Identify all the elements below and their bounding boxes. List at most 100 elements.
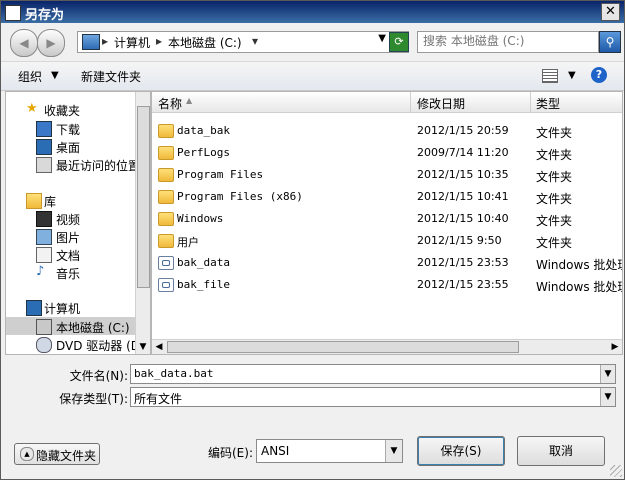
nav-favorites[interactable]: ★ 收藏夹	[6, 100, 136, 119]
nav-item-pictures[interactable]: 图片	[6, 227, 136, 245]
nav-item-dvd-drive[interactable]: DVD 驱动器 (D	[6, 335, 140, 353]
file-row[interactable]: Program Files (x86) 2012/1/15 10:41 文件夹	[152, 186, 622, 208]
scroll-left-icon[interactable]: ◀	[152, 340, 166, 354]
refresh-button[interactable]: ⟳	[389, 32, 409, 52]
scrollbar-thumb[interactable]	[137, 106, 150, 288]
download-icon	[36, 121, 52, 137]
filetype-select[interactable]: 所有文件 ▼	[130, 387, 616, 407]
file-date: 2009/7/14 11:20	[417, 146, 509, 159]
nav-computer[interactable]: 计算机	[6, 298, 136, 316]
file-date: 2012/1/15 10:35	[417, 168, 509, 181]
save-button[interactable]: 保存(S)	[417, 436, 505, 466]
chevron-down-icon[interactable]: ▼	[600, 388, 615, 406]
nav-item-music[interactable]: ♪ 音乐	[6, 263, 136, 282]
nav-label: 桌面	[56, 141, 81, 155]
view-options-icon[interactable]	[542, 69, 558, 83]
file-row[interactable]: Windows 2012/1/15 10:40 文件夹	[152, 208, 622, 230]
file-date: 2012/1/15 10:40	[417, 212, 509, 225]
column-divider	[530, 92, 531, 112]
file-type: 文件夹	[536, 214, 573, 228]
file-name: bak_file	[177, 278, 230, 291]
file-row[interactable]: data_bak 2012/1/15 20:59 文件夹	[152, 120, 622, 142]
file-date: 2012/1/15 23:53	[417, 256, 509, 269]
chevron-right-icon[interactable]: ▸	[156, 34, 162, 48]
file-row[interactable]: PerfLogs 2009/7/14 11:20 文件夹	[152, 142, 622, 164]
notepad-icon	[5, 5, 21, 21]
help-icon[interactable]: ?	[591, 67, 607, 83]
column-header-date[interactable]: 修改日期	[417, 95, 465, 112]
folder-icon	[158, 212, 174, 226]
nav-item-downloads[interactable]: 下载	[6, 119, 136, 137]
scrollbar-thumb[interactable]	[167, 341, 519, 353]
folder-icon	[158, 124, 174, 138]
chevron-right-icon[interactable]: ▸	[102, 34, 108, 48]
new-folder-button[interactable]: 新建文件夹	[81, 68, 141, 85]
breadcrumb-local-disk[interactable]: 本地磁盘 (C:)	[168, 34, 242, 51]
forward-button[interactable]: ▶	[37, 29, 65, 57]
file-date: 2012/1/15 23:55	[417, 278, 509, 291]
cancel-button[interactable]: 取消	[517, 436, 605, 466]
resize-grip[interactable]	[610, 465, 622, 477]
chevron-down-icon[interactable]: ▼	[568, 70, 576, 81]
encoding-select[interactable]: ANSI ▼	[256, 439, 403, 463]
chevron-down-icon[interactable]: ▼	[600, 365, 615, 383]
chevron-down-icon[interactable]: ▼	[378, 33, 386, 44]
save-as-dialog: 另存为 ✕ ◀ ▶ ▸ 计算机 ▸ 本地磁盘 (C:) ▾ ▼ ⟳ ⚲ 组织 ▼…	[0, 0, 625, 480]
chevron-down-icon[interactable]: ▼	[51, 70, 59, 81]
filename-label: 文件名(N):	[69, 369, 128, 383]
library-icon	[26, 193, 42, 209]
encoding-value: ANSI	[261, 444, 290, 458]
chevron-down-icon[interactable]: ▼	[385, 440, 402, 462]
search-icon[interactable]: ⚲	[599, 31, 621, 53]
filetype-row: 保存类型(T): 所有文件 ▼	[1, 387, 624, 409]
scroll-right-icon[interactable]: ▶	[608, 340, 622, 354]
batch-file-icon	[158, 278, 174, 292]
nav-item-desktop[interactable]: 桌面	[6, 137, 136, 155]
close-button[interactable]: ✕	[601, 3, 620, 21]
organize-menu[interactable]: 组织	[18, 68, 42, 85]
batch-file-icon	[158, 256, 174, 270]
nav-item-videos[interactable]: 视频	[6, 209, 136, 227]
nav-item-recent[interactable]: 最近访问的位置	[6, 155, 140, 173]
folder-icon	[158, 168, 174, 182]
file-row[interactable]: bak_data 2012/1/15 23:53 Windows 批处理	[152, 252, 622, 274]
file-name: bak_data	[177, 256, 230, 269]
nav-label: 下载	[56, 123, 81, 137]
document-icon	[36, 247, 52, 263]
navigation-pane: ★ 收藏夹 下载 桌面 最近访问的位置 库 视频 图片 文档 ♪ 音乐 计算机 …	[5, 91, 151, 355]
scroll-down-icon[interactable]: ▼	[136, 340, 150, 354]
back-button[interactable]: ◀	[10, 29, 38, 57]
nav-label: 文档	[56, 249, 81, 263]
nav-label: 收藏夹	[44, 104, 81, 118]
file-type: 文件夹	[536, 148, 573, 162]
breadcrumb[interactable]: ▸ 计算机 ▸ 本地磁盘 (C:) ▾ ▼	[77, 31, 409, 53]
search-field[interactable]	[417, 31, 599, 53]
file-row[interactable]: bak_file 2012/1/15 23:55 Windows 批处理	[152, 274, 622, 296]
filename-combobox[interactable]: ▼	[130, 364, 616, 384]
horizontal-scrollbar[interactable]: ◀ ▶	[152, 339, 622, 354]
search-input[interactable]	[418, 32, 598, 50]
nav-label: 最近访问的位置	[56, 159, 141, 173]
hide-folders-button[interactable]: ▲ 隐藏文件夹	[14, 443, 100, 465]
star-icon: ★	[26, 101, 38, 116]
toolbar: 组织 ▼ 新建文件夹 ▼ ?	[1, 61, 624, 91]
file-name: data_bak	[177, 124, 230, 137]
file-type: 文件夹	[536, 236, 573, 250]
breadcrumb-computer[interactable]: 计算机	[114, 34, 150, 51]
video-icon	[36, 211, 52, 227]
filetype-value: 所有文件	[134, 392, 183, 406]
nav-libraries[interactable]: 库	[6, 191, 136, 209]
file-row[interactable]: 用户 2012/1/15 9:50 文件夹	[152, 230, 622, 252]
nav-vertical-scrollbar[interactable]: ▼	[135, 92, 150, 354]
file-type: 文件夹	[536, 126, 573, 140]
file-name: Program Files	[177, 168, 264, 181]
file-row[interactable]: Program Files 2012/1/15 10:35 文件夹	[152, 164, 622, 186]
column-header-name[interactable]: 名称	[158, 95, 182, 112]
sort-ascending-icon: ▲	[186, 96, 193, 105]
filename-input[interactable]	[131, 365, 597, 381]
nav-item-documents[interactable]: 文档	[6, 245, 136, 263]
chevron-down-icon[interactable]: ▾	[252, 34, 258, 48]
column-header-type[interactable]: 类型	[536, 95, 560, 112]
file-name: Program Files (x86)	[177, 190, 303, 203]
nav-item-local-disk[interactable]: 本地磁盘 (C:)	[6, 317, 136, 335]
